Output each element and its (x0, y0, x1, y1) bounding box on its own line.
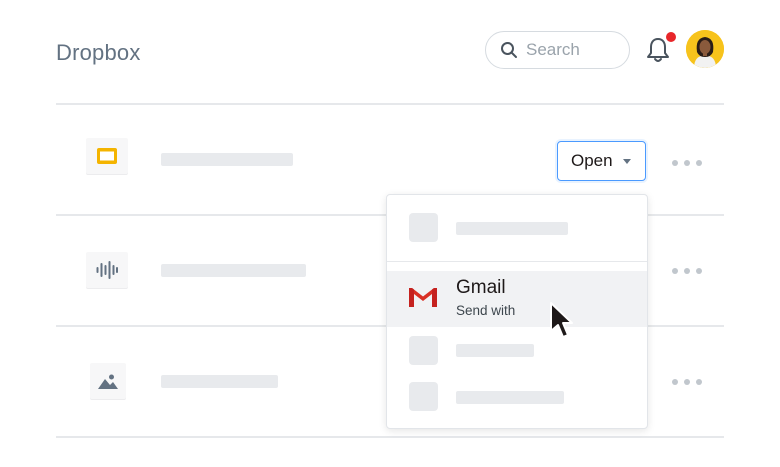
app-name-placeholder (456, 222, 568, 235)
app-title: Dropbox (56, 40, 141, 65)
dropdown-item-label: Gmail (456, 277, 506, 298)
file-row-3-thumbnail[interactable] (90, 363, 126, 399)
file-row-2-thumbnail[interactable] (86, 252, 128, 288)
app-icon-placeholder (409, 213, 438, 242)
search-placeholder: Search (526, 40, 580, 59)
mouse-pointer-icon (550, 302, 573, 338)
notifications-button[interactable] (645, 32, 676, 64)
image-icon (98, 374, 118, 389)
slides-icon (97, 148, 117, 164)
search-input[interactable]: Search (485, 31, 630, 69)
audio-waveform-icon (96, 261, 118, 279)
row-divider (56, 103, 724, 105)
app-icon-placeholder (409, 336, 438, 365)
notification-dot (666, 32, 676, 42)
dropdown-item-sublabel: Send with (456, 303, 516, 318)
row-divider (56, 436, 724, 438)
avatar-image (686, 30, 724, 68)
open-with-dropdown: Gmail Send with (386, 194, 648, 429)
search-icon (501, 42, 517, 58)
open-button-label: Open (571, 151, 613, 170)
more-options-button[interactable] (672, 267, 702, 275)
chevron-down-icon (622, 158, 631, 164)
app-name-placeholder (456, 344, 534, 357)
file-name-placeholder (161, 153, 293, 166)
open-button[interactable]: Open (557, 141, 646, 181)
app-icon-placeholder (409, 382, 438, 411)
file-name-placeholder (161, 264, 306, 277)
more-options-button[interactable] (672, 159, 702, 167)
app-name-placeholder (456, 391, 564, 404)
file-name-placeholder (161, 375, 278, 388)
user-avatar[interactable] (686, 30, 724, 68)
file-row-1-thumbnail[interactable] (86, 138, 128, 174)
gmail-icon (409, 288, 437, 307)
dropdown-divider (387, 261, 647, 262)
more-options-button[interactable] (672, 378, 702, 386)
